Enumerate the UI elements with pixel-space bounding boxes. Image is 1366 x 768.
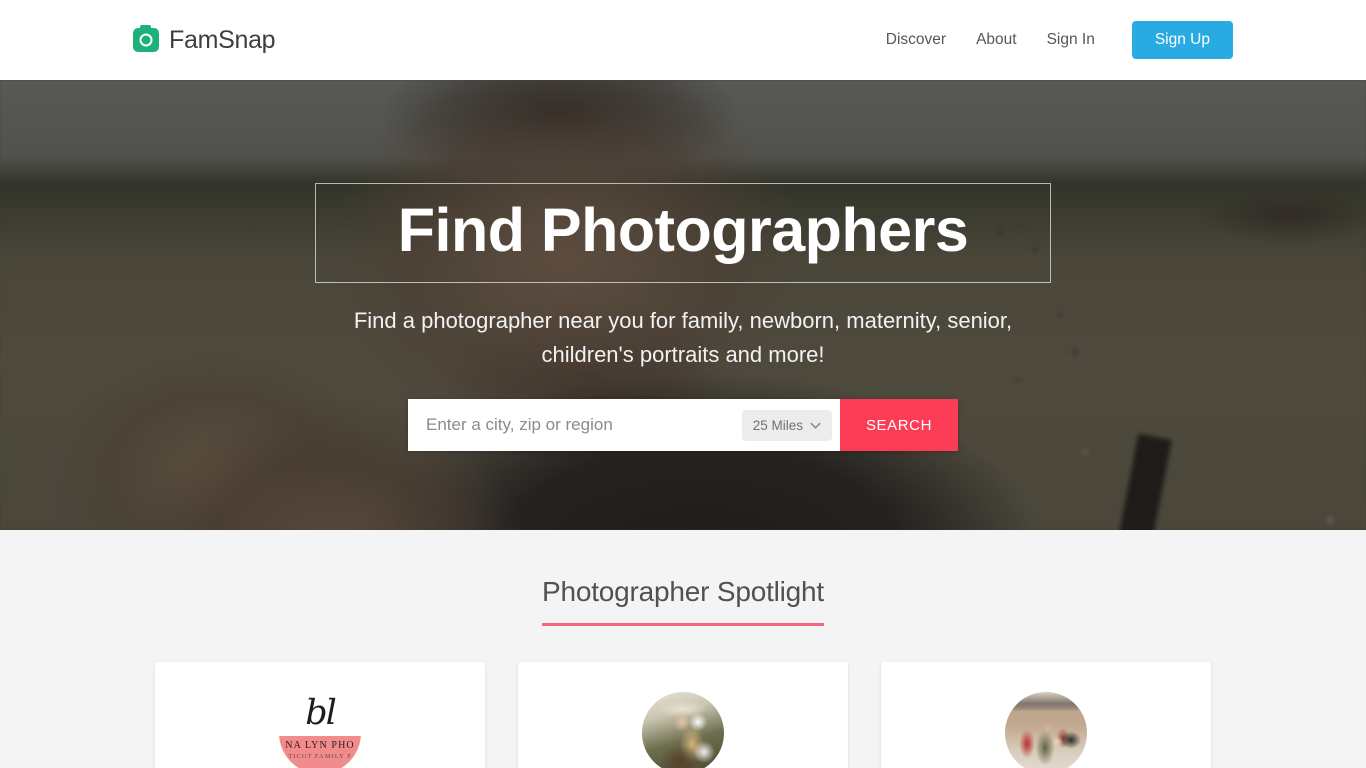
sign-up-button[interactable]: Sign Up bbox=[1131, 21, 1233, 59]
search-button[interactable]: SEARCH bbox=[840, 399, 958, 452]
avatar bbox=[642, 692, 724, 768]
brand-name: FamSnap bbox=[169, 25, 276, 54]
nav-item-sign-in[interactable]: Sign In bbox=[1032, 31, 1110, 49]
spotlight-cards-row: bl NA LYN PHO TICUT FAMILY P bbox=[0, 662, 1366, 768]
main-nav: Discover About Sign In Sign Up bbox=[871, 21, 1233, 59]
spotlight-heading: Photographer Spotlight bbox=[541, 576, 824, 626]
hero-section: Find Photographers Find a photographer n… bbox=[0, 80, 1366, 530]
logo-banner-line-2: TICUT FAMILY P bbox=[288, 753, 352, 760]
logo-banner: NA LYN PHO TICUT FAMILY P bbox=[279, 736, 361, 768]
hero-title-box: Find Photographers bbox=[314, 183, 1052, 284]
nav-item-about[interactable]: About bbox=[961, 31, 1032, 49]
chevron-down-icon bbox=[810, 420, 821, 431]
spotlight-heading-wrapper: Photographer Spotlight bbox=[0, 576, 1366, 626]
photographer-card[interactable] bbox=[881, 662, 1211, 768]
nav-item-discover[interactable]: Discover bbox=[871, 31, 961, 49]
logo-banner-line-1: NA LYN PHO bbox=[285, 740, 355, 751]
radius-select-wrapper: 25 Miles bbox=[741, 399, 840, 452]
photographer-card[interactable]: bl NA LYN PHO TICUT FAMILY P bbox=[155, 662, 485, 768]
location-search-input[interactable] bbox=[408, 399, 742, 452]
avatar bbox=[1005, 692, 1087, 768]
monogram-text: bl bbox=[305, 693, 337, 733]
search-bar: 25 Miles SEARCH bbox=[408, 399, 958, 452]
camera-icon bbox=[133, 25, 159, 52]
search-radius-value: 25 Miles bbox=[752, 417, 803, 433]
avatar: bl NA LYN PHO TICUT FAMILY P bbox=[279, 692, 361, 768]
hero-title: Find Photographers bbox=[397, 196, 969, 264]
photographer-card[interactable] bbox=[518, 662, 848, 768]
site-header: FamSnap Discover About Sign In Sign Up bbox=[0, 0, 1366, 80]
search-radius-select[interactable]: 25 Miles bbox=[741, 409, 832, 441]
photographer-spotlight-section: Photographer Spotlight bl NA LYN PHO TIC… bbox=[0, 530, 1366, 768]
hero-subtitle: Find a photographer near you for family,… bbox=[353, 308, 1013, 368]
brand-logo-link[interactable]: FamSnap bbox=[133, 25, 276, 55]
